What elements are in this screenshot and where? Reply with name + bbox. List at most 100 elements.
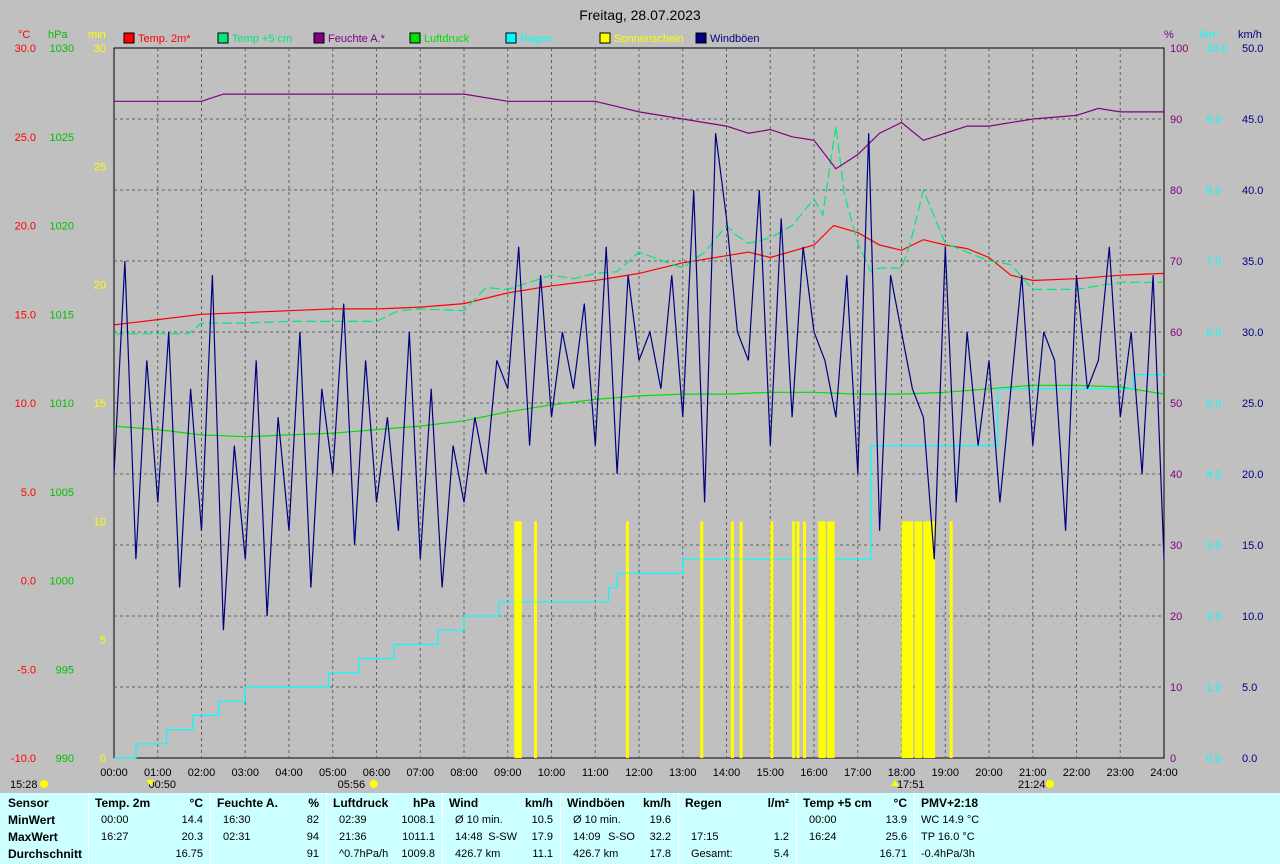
moon-icon-right (1046, 780, 1054, 788)
stats-unit: °C (189, 796, 203, 810)
temp-tick-label: 5.0 (21, 487, 36, 499)
stats-value: 14.4 (181, 814, 203, 826)
stats-title: Temp. 2m (95, 796, 151, 810)
x-tick-label: 06:00 (363, 767, 391, 779)
wind-tick-label: 20.0 (1242, 469, 1263, 481)
pressure-tick-label: 990 (56, 753, 74, 765)
stats-block-pmv: PMV+2:18 WC 14.9 °C TP 16.0 °C -0.4hPa/3… (914, 793, 1280, 864)
x-tick-label: 01:00 (144, 767, 172, 779)
sunshine-bar (919, 521, 922, 758)
sunshine-bar (625, 521, 629, 758)
x-tick-label: 17:00 (844, 767, 872, 779)
pressure-tick-label: 995 (56, 664, 74, 676)
temp-tick-label: -10.0 (11, 753, 36, 765)
sunshine-bar (949, 521, 953, 758)
pressure-tick-label: 1025 (50, 132, 74, 144)
legend-label: Temp +5 cm (232, 33, 292, 45)
stats-value: 32.2 (649, 831, 671, 843)
stats-label: 426.7 km (573, 848, 619, 860)
temp-tick-label: 25.0 (15, 132, 36, 144)
x-tick-label: 20:00 (975, 767, 1003, 779)
x-tick-label: 03:00 (231, 767, 259, 779)
chart-title: Freitag, 28.07.2023 (579, 7, 701, 23)
x-tick-label: 19:00 (931, 767, 959, 779)
wind-tick-label: 30.0 (1242, 327, 1263, 339)
pressure-unit: hPa (48, 29, 68, 41)
sunshine-bar (831, 521, 835, 758)
stats-value: 17.8 (649, 848, 671, 860)
stats-unit: % (308, 796, 319, 810)
humidity-tick-label: 100 (1170, 43, 1188, 55)
legend-swatch (695, 32, 707, 44)
humidity-tick-label: 0 (1170, 753, 1176, 765)
sunrise-icon (369, 780, 378, 788)
sunrise-time: 05:56 (338, 779, 366, 791)
wind-unit: km/h (1238, 29, 1262, 41)
x-tick-label: 11:00 (582, 767, 609, 779)
sunset-time: 17:51 (897, 779, 925, 791)
wind-tick-label: 0.0 (1242, 753, 1257, 765)
sunshine-bar (910, 521, 914, 758)
humidity-unit: % (1164, 29, 1174, 41)
stats-value: 94 (306, 831, 319, 843)
stats-block-temp-2m: Temp. 2m °C 00:00 14.4 16:27 20.3 16.75 (88, 793, 211, 864)
x-tick-label: 18:00 (888, 767, 916, 779)
stats-value: 1.2 (773, 831, 789, 843)
rain-tick-label: 3.0 (1206, 540, 1221, 552)
x-tick-label: 15:00 (756, 767, 784, 779)
legend-swatch (599, 32, 611, 44)
stats-label: 02:39 (339, 814, 367, 826)
stats-value: 91 (306, 848, 319, 860)
stats-block-feuchte-a: Feuchte A.% 16:30 82 02:31 94 91 (210, 793, 327, 864)
stats-block-regen: Regen l/m² 17:15 1.2 Gesamt: 5.4 (678, 793, 797, 864)
humidity-tick-label: 50 (1170, 398, 1182, 410)
legend-label: Windböen (710, 33, 760, 45)
humidity-tick-label: 30 (1170, 540, 1182, 552)
rain-tick-label: 7.0 (1206, 256, 1221, 268)
legend-swatch (217, 32, 229, 44)
temp-tick-label: 10.0 (15, 398, 36, 410)
stats-value: 82 (306, 814, 319, 826)
legend-label: Sonnenschein (614, 33, 684, 45)
sun-tick-label: 25 (94, 161, 106, 173)
label-min: MinWert (8, 813, 56, 827)
moonrise-time-right: 21:24 (1018, 779, 1046, 791)
pressure-tick-label: 1005 (50, 487, 74, 499)
wind-tick-label: 10.0 (1242, 611, 1263, 623)
temp-tick-label: 0.0 (21, 576, 36, 588)
label-sensor: Sensor (8, 796, 49, 810)
stats-label: 17:15 (691, 831, 719, 843)
stats-block-wind: Wind km/h Ø 10 min. 10.5 14:48 S-SW 17.9 426.7 … (442, 793, 561, 864)
stats-value: 17.9 (531, 831, 553, 843)
x-tick-label: 10:00 (538, 767, 566, 779)
legend-label: Feuchte A.* (328, 33, 386, 45)
rain-tick-label: 10.0 (1206, 43, 1227, 55)
stats-value: 19.6 (649, 814, 671, 826)
humidity-tick-label: 40 (1170, 469, 1182, 481)
sunshine-bar (803, 521, 807, 758)
chart: Freitag, 28.07.2023 °C hPa min % l/m² km… (10, 7, 1263, 791)
sunshine-bar (730, 521, 734, 758)
x-tick-label: 23:00 (1106, 767, 1134, 779)
x-tick-label: 14:00 (713, 767, 741, 779)
sunshine-bar (739, 521, 743, 758)
x-tick-label: 12:00 (625, 767, 653, 779)
humidity-tick-label: 80 (1170, 185, 1182, 197)
legend-label: Luftdruck (424, 33, 470, 45)
sun-moon-events: 15:28 00:50 05:56 17:51 21:24 (10, 779, 1054, 791)
sunshine-bar (796, 521, 800, 758)
x-tick-label: 16:00 (800, 767, 828, 779)
sun-tick-label: 30 (94, 43, 106, 55)
humidity-tick-label: 60 (1170, 327, 1182, 339)
legend: Temp. 2m* Temp +5 cm Feuchte A.* Luftdruck R… (123, 32, 760, 45)
stats-value: 16.71 (879, 848, 907, 860)
humidity-tick-label: 20 (1170, 611, 1182, 623)
stats-title: Luftdruck (333, 796, 389, 810)
stats-value: 13.9 (885, 814, 907, 826)
pressure-tick-label: 1010 (50, 398, 74, 410)
stats-direction: S-SO (608, 831, 635, 843)
rain-tick-label: 6.0 (1206, 327, 1221, 339)
stats-value: 11.1 (532, 848, 553, 860)
x-tick-label: 02:00 (188, 767, 216, 779)
sun-tick-label: 15 (94, 398, 106, 410)
